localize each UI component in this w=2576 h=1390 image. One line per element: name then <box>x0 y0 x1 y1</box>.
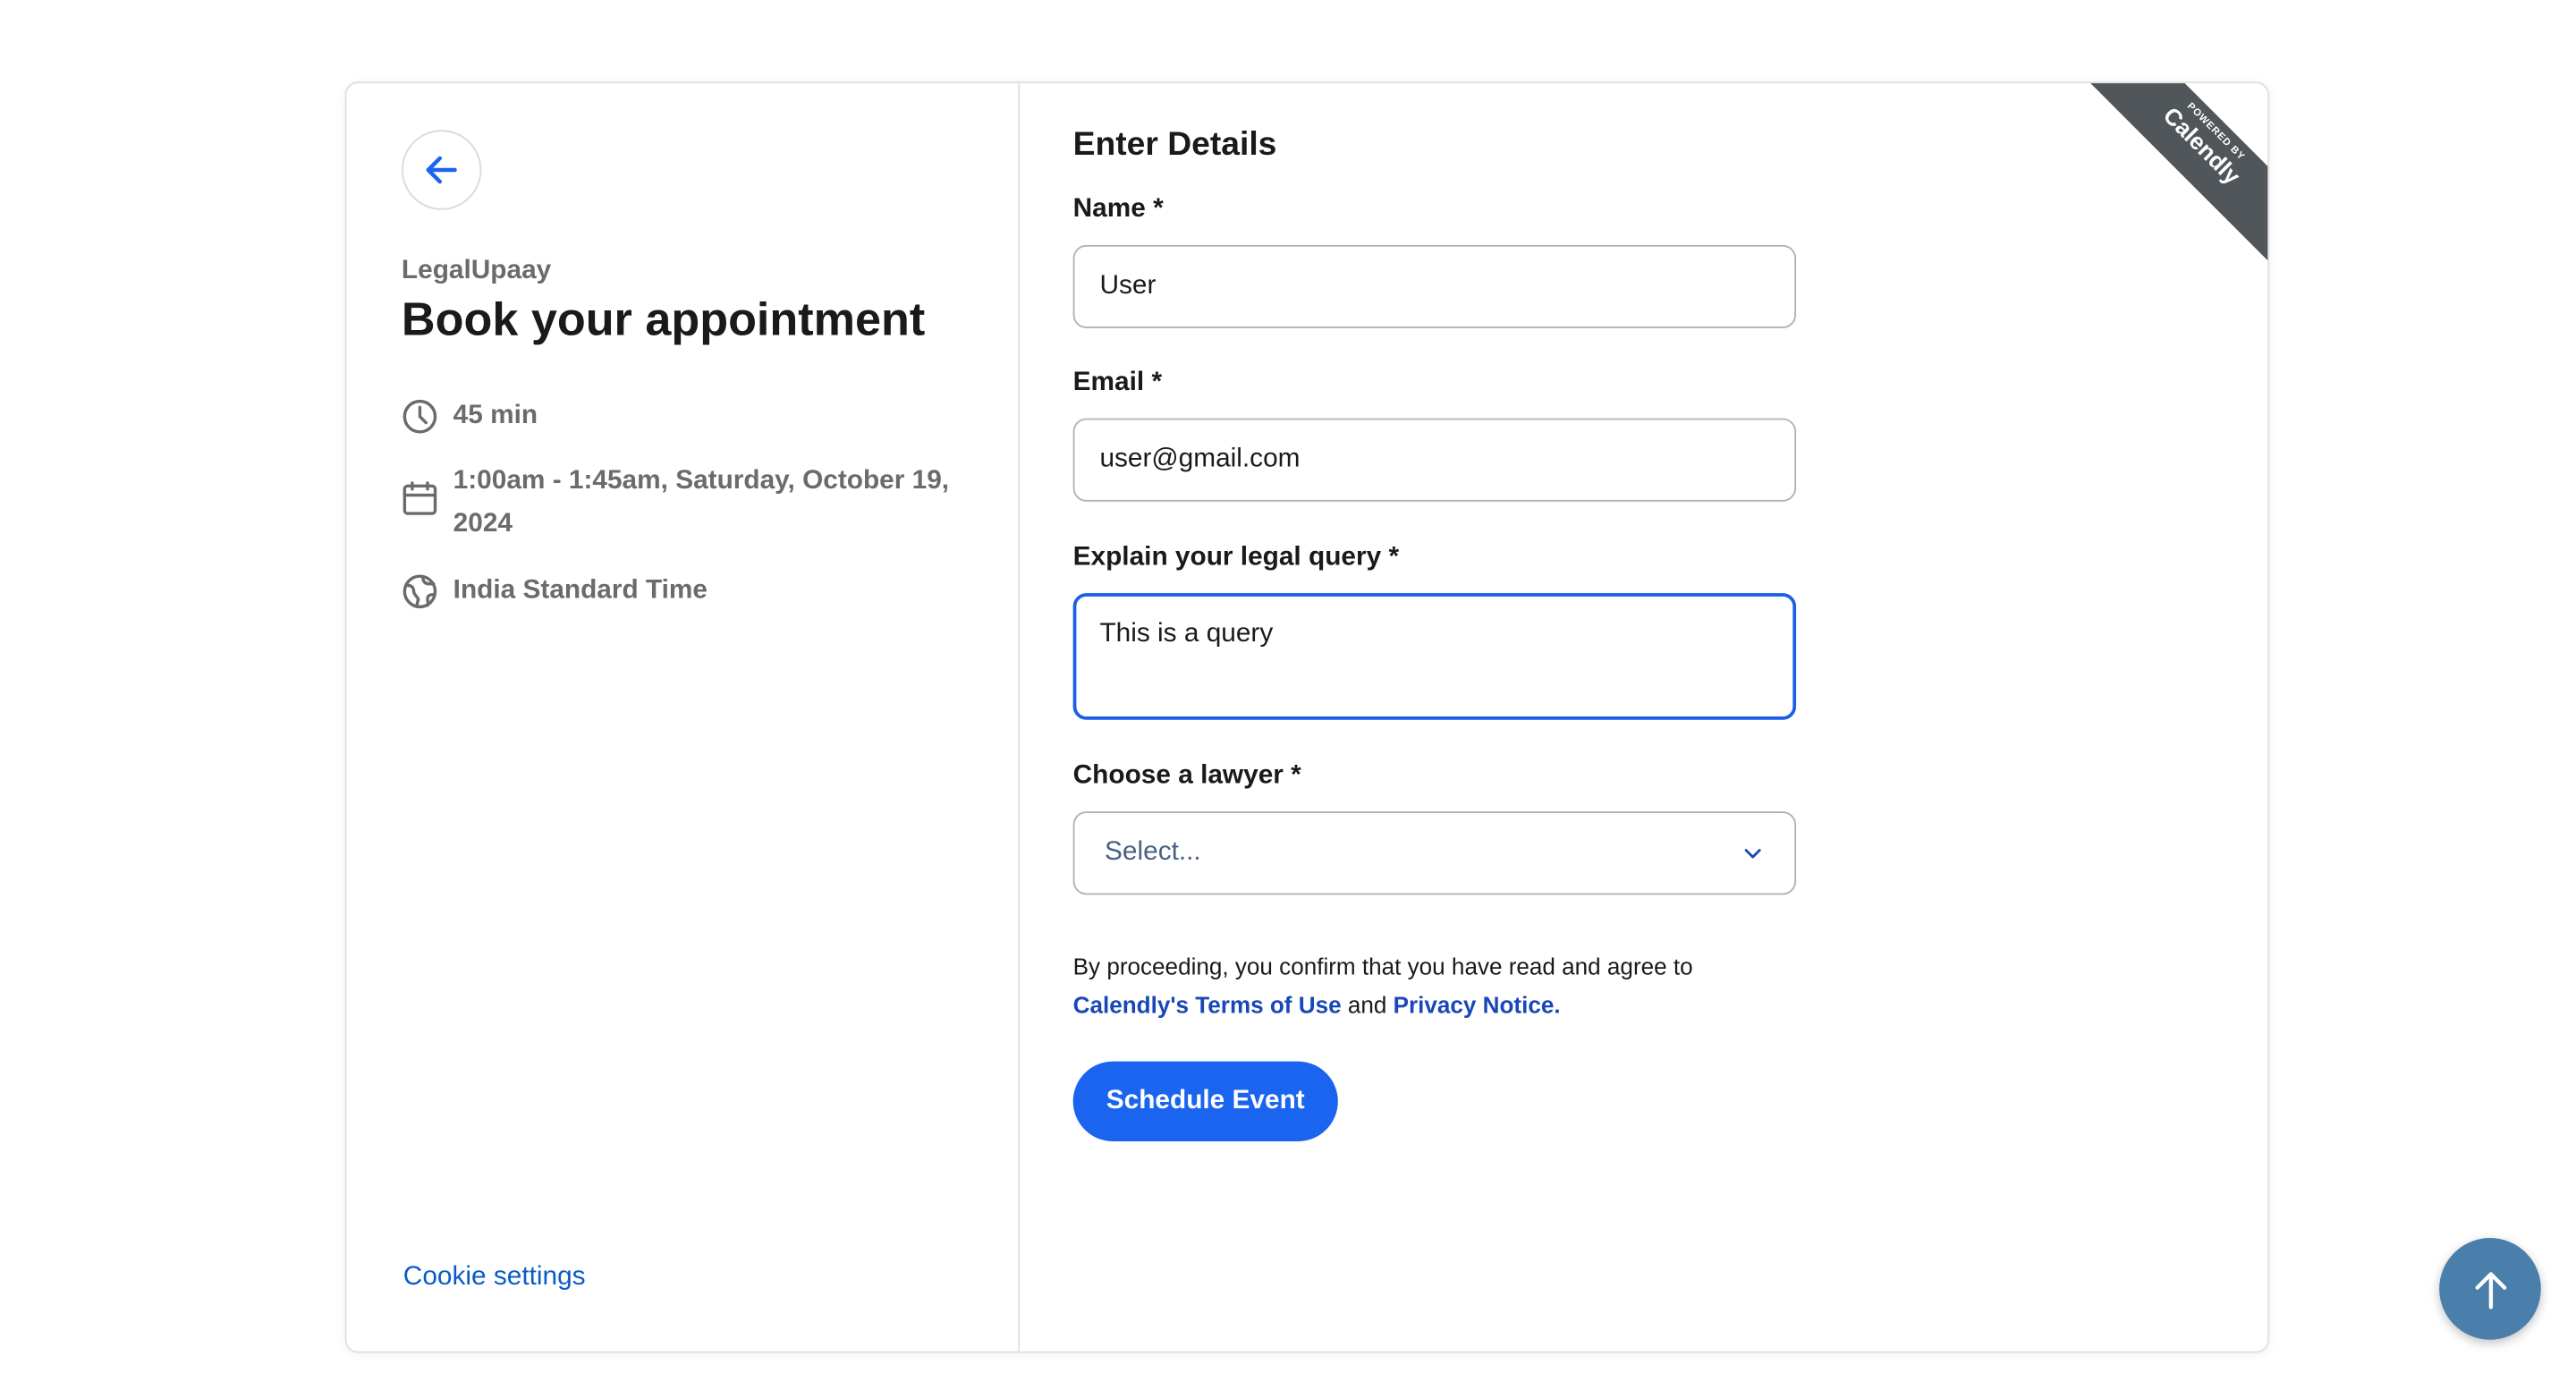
lawyer-label: Choose a lawyer * <box>1072 761 1301 790</box>
name-label: Name * <box>1072 194 1164 224</box>
calendar-icon <box>402 481 437 515</box>
ribbon-brand-text: Calendly <box>2158 101 2247 190</box>
query-textarea[interactable]: This is a query <box>1072 593 1797 720</box>
consent-and: and <box>1347 991 1387 1019</box>
privacy-link[interactable]: Privacy Notice. <box>1394 991 1561 1018</box>
query-label: Explain your legal query * <box>1072 543 1400 572</box>
globe-icon <box>402 574 437 609</box>
booking-card: LegalUpaay Book your appointment 45 min … <box>344 81 2270 1353</box>
back-button[interactable] <box>401 130 482 210</box>
terms-link[interactable]: Calendly's Terms of Use <box>1073 991 1342 1018</box>
powered-by-calendly-link[interactable]: POWERED BY Calendly <box>2084 83 2268 267</box>
consent-text: By proceeding, you confirm that you have… <box>1073 948 1807 1025</box>
cookie-settings-link[interactable]: Cookie settings <box>403 1263 586 1293</box>
email-label: Email * <box>1072 368 1163 397</box>
lawyer-select[interactable]: Select... <box>1072 811 1797 895</box>
arrow-up-icon <box>2474 1271 2506 1309</box>
page: LegalUpaay Book your appointment 45 min … <box>0 0 2576 1390</box>
event-info-panel: LegalUpaay Book your appointment 45 min … <box>346 83 1021 1352</box>
datetime-text: 1:00am - 1:45am, Saturday, October 19, 2… <box>453 466 950 538</box>
email-field[interactable] <box>1072 418 1797 502</box>
duration-text: 45 min <box>453 401 538 430</box>
back-arrow-icon <box>426 156 457 184</box>
lawyer-select-placeholder: Select... <box>1105 837 1201 867</box>
event-datetime: 1:00am - 1:45am, Saturday, October 19, 2… <box>402 460 952 547</box>
event-duration: 45 min <box>402 394 538 437</box>
event-title: Book your appointment <box>401 292 926 345</box>
schedule-event-button[interactable]: Schedule Event <box>1072 1061 1338 1142</box>
organizer-name: LegalUpaay <box>401 256 552 285</box>
details-form: Enter Details Name * Email * Explain you… <box>1020 83 2267 1352</box>
name-field[interactable] <box>1072 244 1797 328</box>
ribbon-small-text: POWERED BY <box>2184 101 2246 164</box>
consent-sentence: By proceeding, you confirm that you have… <box>1072 953 1693 980</box>
timezone-text: India Standard Time <box>453 576 708 606</box>
event-timezone: India Standard Time <box>402 570 708 613</box>
scroll-to-top-button[interactable] <box>2439 1238 2541 1340</box>
powered-by-ribbon: POWERED BY Calendly <box>2084 83 2268 267</box>
clock-icon <box>402 399 437 434</box>
form-title: Enter Details <box>1072 126 1277 164</box>
chevron-down-icon <box>1744 849 1761 859</box>
